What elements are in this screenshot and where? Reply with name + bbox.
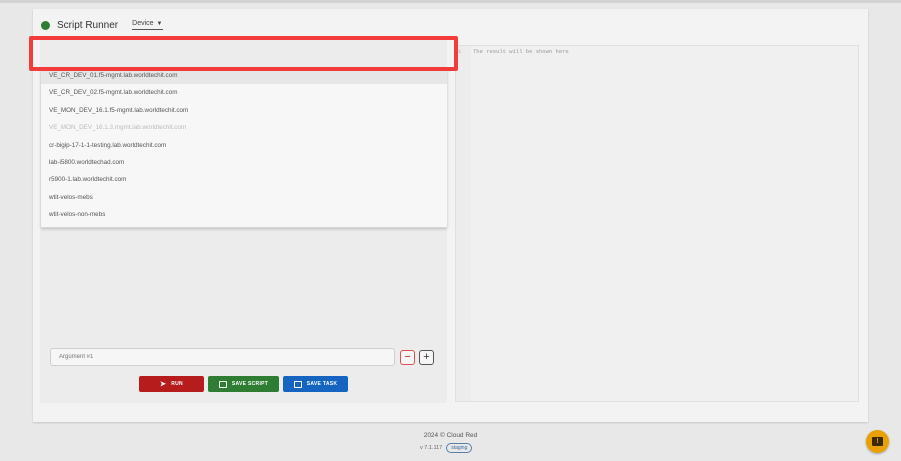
line-number: 1 — [458, 48, 462, 55]
top-bar — [0, 0, 901, 3]
run-button-label: RUN — [171, 381, 183, 387]
footer-copyright: 2024 © Cloud Red — [423, 432, 478, 439]
device-option[interactable]: VE_CR_DEV_01.f5-mgmt.lab.worldtechit.com — [41, 67, 447, 85]
version-text: v 7.1.117 — [420, 445, 443, 451]
feedback-icon: ! — [872, 437, 883, 446]
tab-device[interactable]: Device ▼ — [132, 20, 163, 30]
device-option[interactable]: wtit-velos-non-mebs — [41, 206, 447, 223]
line-gutter — [456, 46, 471, 401]
device-option[interactable]: VE_MON_DEV_16.1.f5-mgmt.lab.worldtechit.… — [41, 102, 447, 119]
save-icon — [293, 380, 302, 388]
card-header: Script Runner Device ▼ — [41, 17, 163, 33]
device-option[interactable]: wtit-velos-mebs — [41, 189, 447, 206]
run-button[interactable]: ➤ RUN — [139, 376, 204, 392]
argument-row: − + — [50, 348, 434, 366]
device-option[interactable]: r5900-1.lab.worldtechit.com — [41, 171, 447, 188]
add-argument-button[interactable]: + — [419, 349, 434, 365]
device-dropdown-list: VE_CR_DEV_01.f5-mgmt.lab.worldtechit.com… — [41, 67, 447, 227]
device-option[interactable]: VE_CR_DEV_02.f5-mgmt.lab.worldtechit.com — [41, 84, 447, 101]
status-indicator — [41, 20, 50, 30]
result-line: 1 The result will be shown here — [458, 48, 569, 55]
result-output-panel[interactable]: 1 The result will be shown here — [455, 45, 859, 402]
result-placeholder: The result will be shown here — [473, 48, 569, 55]
device-option[interactable]: lab-i5800.worldtechad.com — [41, 154, 447, 171]
divider — [41, 227, 447, 228]
tab-device-label: Device — [132, 20, 154, 27]
argument-input[interactable] — [50, 348, 395, 366]
save-task-button-label: SAVE TASK — [306, 381, 338, 387]
save-task-button[interactable]: SAVE TASK — [283, 376, 348, 392]
remove-argument-button[interactable]: − — [400, 349, 415, 365]
save-icon — [218, 380, 227, 388]
device-option: VE_MON_DEV_16.1.3.mgmt.lab.worldtechit.c… — [49, 124, 187, 132]
save-script-button[interactable]: SAVE SCRIPT — [208, 376, 279, 392]
chevron-down-icon: ▼ — [156, 20, 163, 27]
page-title: Script Runner — [57, 19, 119, 31]
rocket-icon: ➤ — [160, 380, 167, 388]
device-option[interactable]: cr-bigip-17-1-1-testing.lab.worldtechit.… — [41, 137, 447, 154]
environment-badge: staging — [446, 443, 473, 453]
feedback-button[interactable]: ! — [866, 430, 889, 453]
footer-version-row: v 7.1.117 staging — [420, 443, 473, 453]
save-script-button-label: SAVE SCRIPT — [231, 381, 269, 387]
